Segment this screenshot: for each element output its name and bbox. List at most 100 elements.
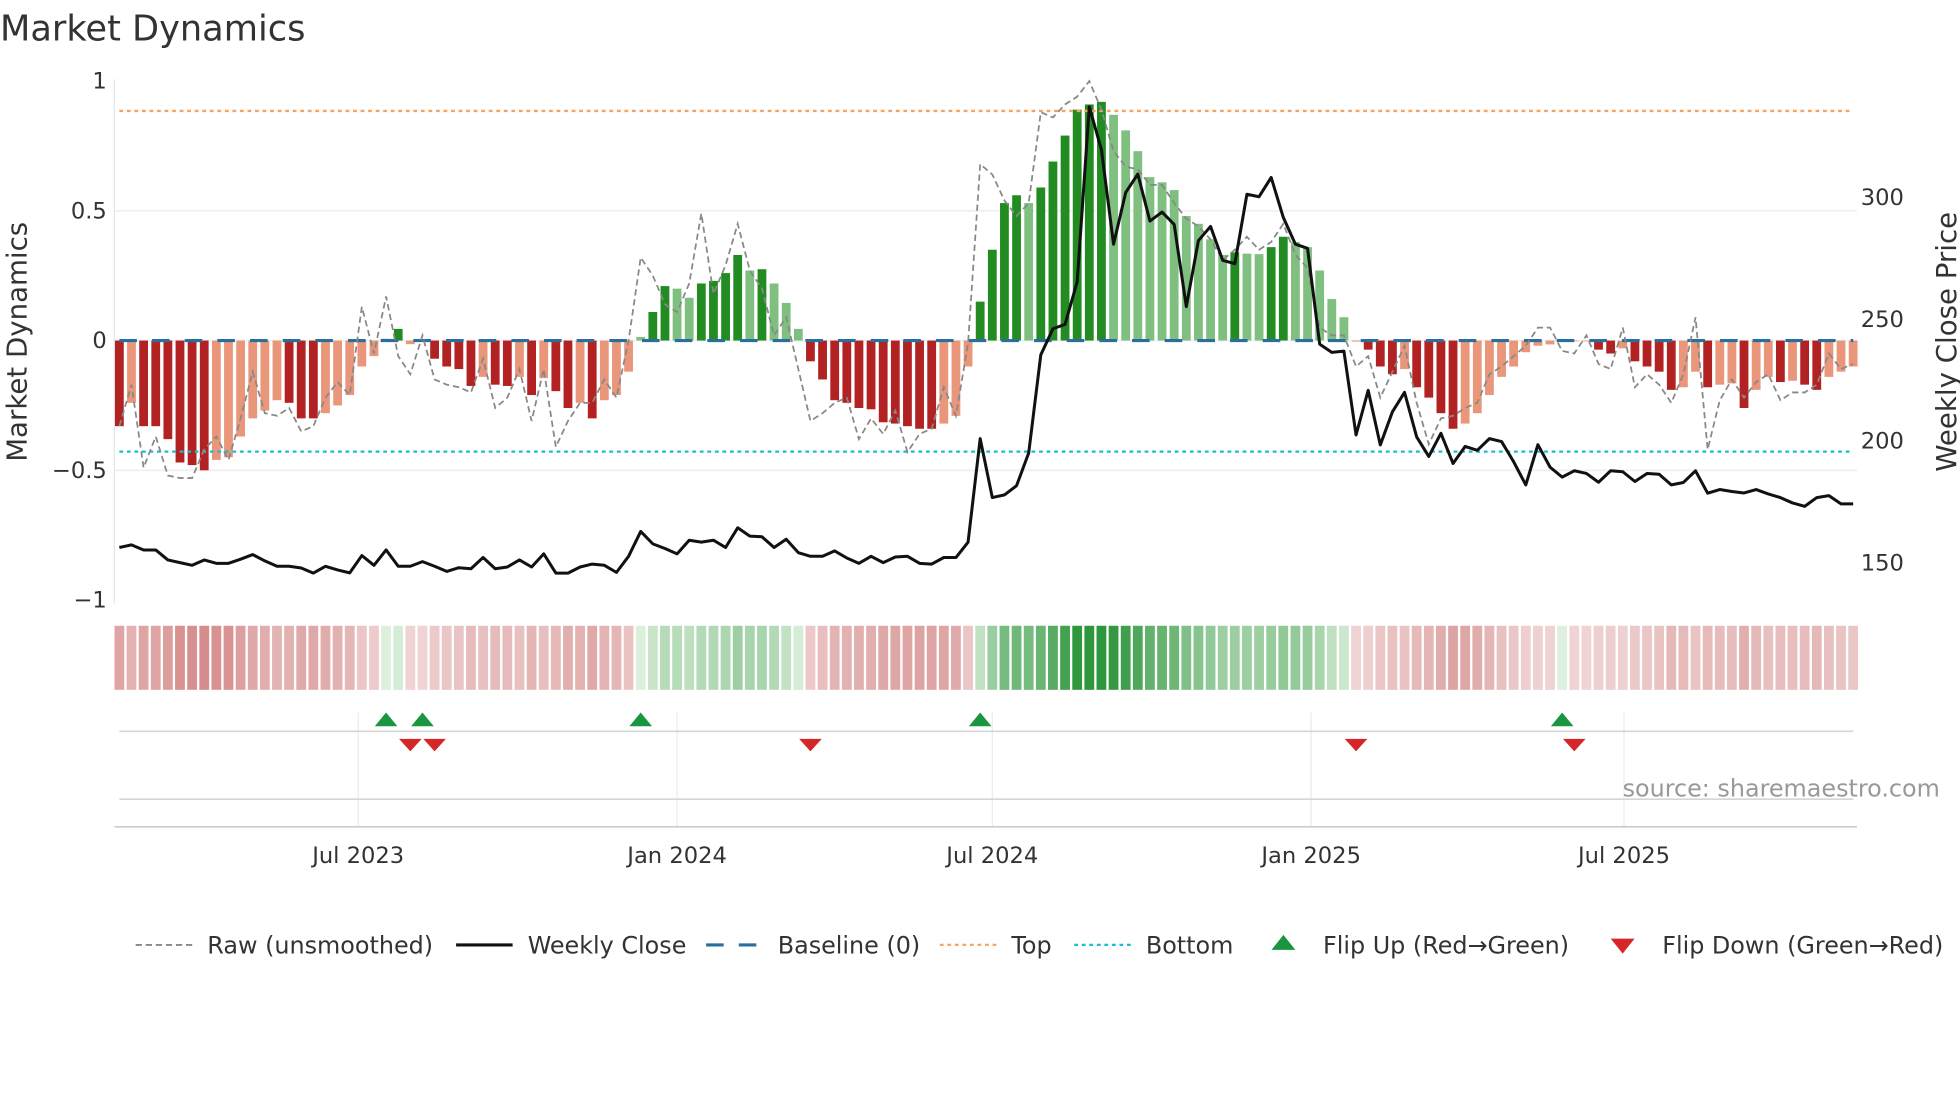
momentum-bar: [1145, 177, 1155, 341]
momentum-bar: [1412, 340, 1422, 388]
strip-cell: [453, 625, 464, 690]
momentum-bar: [830, 340, 840, 401]
strip-cell: [684, 625, 695, 690]
y2-axis-label: Weekly Close Price: [1930, 212, 1960, 472]
momentum-bar: [1169, 190, 1179, 341]
strip-cell: [1726, 625, 1737, 690]
y-tick-label: 1: [92, 69, 106, 95]
strip-cell: [1496, 625, 1507, 690]
strip-cell: [308, 625, 319, 690]
strip-cell: [1193, 625, 1204, 690]
momentum-bar: [1024, 203, 1034, 341]
y-ticks: 1 0.5 0 −0.5 −1: [52, 69, 107, 614]
strip-cell: [1035, 625, 1046, 690]
strip-cell: [587, 625, 598, 690]
strip-cell: [550, 625, 561, 690]
strip-cell: [1472, 625, 1483, 690]
strip-cell: [1217, 625, 1228, 690]
strip-cell: [138, 625, 149, 690]
momentum-bar: [357, 340, 367, 367]
strip-cell: [563, 625, 573, 690]
strip-cell: [1605, 625, 1616, 690]
market-dynamics-chart: Market Dynamics Market Dynamics Weekly C…: [0, 8, 1960, 960]
strip-cell: [247, 625, 258, 690]
momentum-bar: [1206, 239, 1215, 341]
strip-cell: [1557, 625, 1568, 690]
momentum-bar: [1388, 340, 1397, 375]
momentum-bar: [1509, 340, 1519, 367]
momentum-bar: [1000, 203, 1009, 341]
strip-cell: [914, 625, 925, 690]
strip-cell: [259, 625, 270, 690]
momentum-bar: [684, 297, 694, 341]
momentum-bar: [1775, 340, 1785, 383]
momentum-bar: [175, 340, 185, 463]
strip-cell: [175, 625, 185, 690]
momentum-bar: [745, 270, 755, 341]
strip-cell: [211, 625, 222, 690]
legend-flip-down-icon: [1610, 938, 1635, 954]
legend-label: Flip Up (Red→Green): [1323, 932, 1569, 960]
strip-cell: [478, 625, 488, 690]
strip-cell: [1678, 625, 1689, 690]
strip-cell: [854, 625, 864, 690]
momentum-bar: [1266, 247, 1276, 341]
y2-tick-label: 200: [1861, 429, 1904, 455]
strip-cell: [417, 625, 428, 690]
legend: Raw (unsmoothed) Weekly Close Baseline (0)…: [135, 932, 1943, 960]
momentum-bar: [211, 340, 221, 460]
flip-up-marker: [1550, 712, 1574, 727]
strip-cell: [526, 625, 537, 690]
strip-cell: [1593, 625, 1604, 690]
strip-cell: [490, 625, 501, 690]
strip-cell: [1314, 625, 1325, 690]
reference-lines: [119, 109, 1854, 453]
momentum-bar: [1036, 187, 1046, 341]
strip-cell: [272, 625, 282, 690]
momentum-bar: [1230, 252, 1240, 341]
strip-cell: [1569, 625, 1580, 690]
strip-cell: [1326, 625, 1337, 690]
strip-cell: [1375, 625, 1386, 690]
momentum-bar: [951, 340, 961, 416]
momentum-bar: [757, 269, 767, 341]
momentum-bar: [1291, 241, 1300, 341]
momentum-bar: [272, 340, 282, 401]
momentum-bar: [1763, 340, 1773, 377]
strip-cell: [1823, 625, 1834, 690]
strip-cell: [1120, 625, 1131, 690]
strip-cell: [538, 625, 549, 690]
strip-cell: [817, 625, 828, 690]
flip-up-marker: [968, 712, 992, 727]
momentum-bar: [1800, 340, 1810, 385]
strip-cell: [1096, 625, 1107, 690]
strip-cell: [441, 625, 452, 690]
x-tick-label: Jul 2025: [1576, 843, 1670, 869]
strip-cell: [344, 625, 355, 690]
legend-label: Flip Down (Green→Red): [1662, 932, 1943, 960]
momentum-bar: [1666, 340, 1676, 390]
y2-ticks: 300 250 200 150: [1861, 185, 1904, 576]
strip-cell: [1545, 625, 1555, 690]
momentum-bar: [1278, 236, 1288, 341]
momentum-bar: [963, 340, 973, 367]
momentum-bar: [333, 340, 342, 406]
momentum-bar: [236, 340, 245, 437]
momentum-bar: [1048, 161, 1058, 341]
momentum-bar: [248, 340, 258, 419]
strip-cell: [902, 625, 913, 690]
strip-cell: [720, 625, 731, 690]
strip-cell: [611, 625, 622, 690]
strip-cell: [1508, 625, 1519, 690]
momentum-bar: [1424, 340, 1434, 398]
momentum-bar: [1485, 340, 1494, 396]
legend-label: Top: [1010, 932, 1051, 960]
strip-cell: [199, 625, 210, 690]
strip-cell: [1060, 625, 1070, 690]
flip-up-marker: [374, 712, 398, 727]
strip-cell: [1436, 625, 1446, 690]
strip-cell: [575, 625, 585, 690]
strip-cell: [1702, 625, 1713, 690]
y-tick-label: 0: [92, 328, 106, 354]
momentum-bar: [648, 312, 658, 341]
